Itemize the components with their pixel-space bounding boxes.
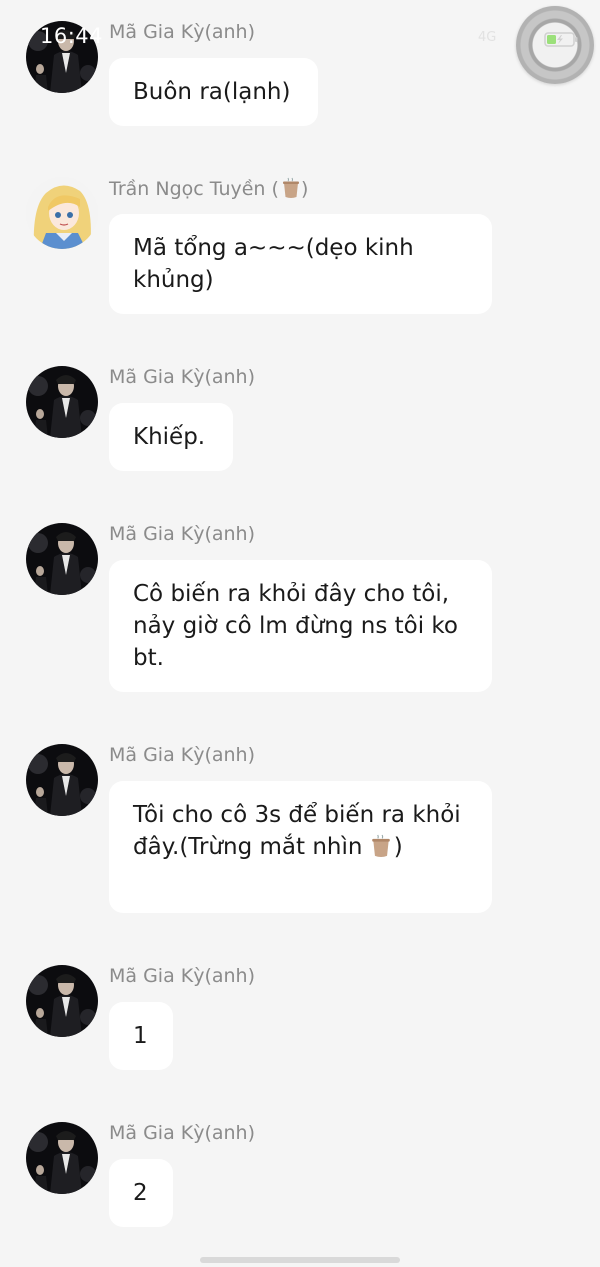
message-text: 2 [133, 1180, 148, 1206]
sender-name: Mã Gia Kỳ(anh) [109, 21, 256, 43]
status-time: 16:44 [40, 24, 104, 48]
message-bubble[interactable]: Buôn ra(lạnh) [109, 58, 318, 126]
battery-charging-icon [544, 32, 578, 47]
coffee-cup-icon [371, 834, 390, 857]
sender-name: Mã Gia Kỳ(anh) [109, 965, 256, 987]
message-text: Cô biến ra khỏi đây cho tôi, nảy giờ cô … [133, 581, 458, 671]
message-text: Buôn ra(lạnh) [133, 79, 291, 105]
sender-name: Mã Gia Kỳ(anh) [109, 1122, 256, 1144]
man-dark-suit-avatar[interactable] [26, 965, 98, 1037]
man-dark-suit-avatar[interactable] [26, 366, 98, 438]
message-text-suffix: ) [393, 834, 403, 860]
sender-name: Mã Gia Kỳ(anh) [109, 744, 256, 766]
man-dark-suit-avatar[interactable] [26, 744, 98, 816]
message-text: 1 [133, 1023, 148, 1049]
coffee-cup-icon [282, 177, 299, 198]
message-text: Tôi cho cô 3s để biến ra khỏi đây.(Trừng… [133, 802, 461, 860]
message-bubble[interactable]: Mã tổng a~~~(dẹo kinh khủng) [109, 214, 492, 314]
home-indicator[interactable] [200, 1257, 400, 1263]
sender-name: Mã Gia Kỳ(anh) [109, 523, 256, 545]
sender-name: Trần Ngọc Tuyền ( ) [109, 177, 308, 200]
signal-indicator: 4G [478, 30, 497, 45]
message-text: Mã tổng a~~~(dẹo kinh khủng) [133, 235, 414, 293]
sender-name-suffix: ) [300, 178, 309, 200]
message-text: Khiếp. [133, 424, 206, 450]
anime-girl-avatar[interactable] [26, 177, 98, 249]
sender-name: Mã Gia Kỳ(anh) [109, 366, 256, 388]
sender-name-text: Trần Ngọc Tuyền ( [109, 178, 279, 200]
man-dark-suit-avatar[interactable] [26, 523, 98, 595]
message-bubble[interactable]: Tôi cho cô 3s để biến ra khỏi đây.(Trừng… [109, 781, 492, 913]
message-bubble[interactable]: 2 [109, 1159, 173, 1227]
man-dark-suit-avatar[interactable] [26, 1122, 98, 1194]
message-bubble[interactable]: Khiếp. [109, 403, 233, 471]
message-bubble[interactable]: Cô biến ra khỏi đây cho tôi, nảy giờ cô … [109, 560, 492, 692]
message-bubble[interactable]: 1 [109, 1002, 173, 1070]
